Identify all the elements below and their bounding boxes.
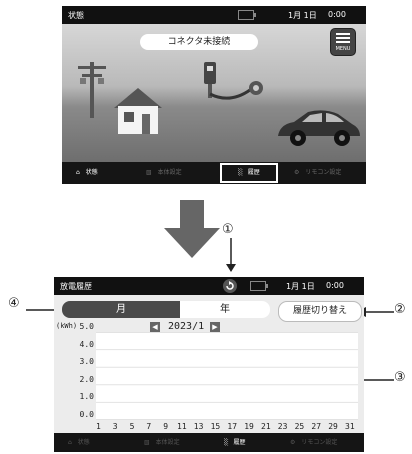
current-period: 2023/1 [168, 321, 205, 332]
y-tick-label: 1.0 [79, 392, 94, 402]
home-icon: ⌂ [68, 439, 72, 446]
x-tick-label: 27 [311, 422, 322, 431]
x-tick-label: 31 [345, 422, 355, 431]
menu-label: MENU [335, 46, 351, 52]
tab-year[interactable]: 年 [180, 301, 270, 318]
x-tick-label: 9 [163, 422, 169, 431]
callout-2: ② [394, 302, 406, 317]
status-bar: 状態 1月 1日 0:00 [62, 6, 366, 24]
y-tick-label: 3.0 [79, 357, 94, 367]
status-date: 1月 1日 [286, 282, 315, 291]
x-tick-label: 23 [277, 422, 288, 431]
tab-status-label: 状態 [77, 439, 90, 446]
settings-icon: ▧ [146, 169, 152, 176]
next-arrow-icon[interactable]: ▶ [210, 322, 220, 332]
callout-4: ④ [8, 296, 20, 311]
tab-remote-settings-label: リモコン設定 [301, 439, 338, 446]
x-tick-label: 25 [294, 422, 305, 431]
x-tick-label: 11 [177, 422, 187, 431]
status-bar: 放電履歴 1月 1日 0:00 [54, 277, 364, 295]
x-tick-label: 19 [244, 422, 254, 431]
status-time: 0:00 [328, 10, 346, 19]
bottom-tab-bar: ⌂ 状態 ▧ 本体設定 ░ 履歴 ⚙ リモコン設定 [62, 162, 366, 184]
status-time: 0:00 [326, 281, 344, 290]
chart-grid [96, 332, 358, 420]
tab-unit-settings-label: 本体設定 [155, 439, 180, 446]
tab-status[interactable]: ⌂ 状態 [76, 162, 98, 184]
tab-history[interactable]: ░ 履歴 [220, 163, 278, 183]
discharge-history-screen: 放電履歴 1月 1日 0:00 月 年 履歴切り替え (kWh) ◀ 2023/… [54, 277, 364, 452]
home-icon: ⌂ [76, 169, 80, 176]
car-icon [278, 110, 360, 146]
status-date: 1月 1日 [288, 11, 317, 20]
menu-button[interactable]: MENU [330, 28, 356, 56]
connection-scene: コネクタ未接続 MENU [62, 24, 366, 162]
tab-unit-settings[interactable]: ▧ 本体設定 [146, 162, 182, 184]
y-tick-label: 5.0 [79, 322, 94, 331]
prev-arrow-icon[interactable]: ◀ [150, 322, 160, 332]
battery-icon [250, 281, 268, 291]
callout-1-arrow [226, 238, 236, 272]
tab-status-label: 状態 [85, 169, 98, 176]
battery-icon [238, 10, 256, 20]
tab-remote-settings[interactable]: ⚙ リモコン設定 [290, 433, 337, 452]
status-title: 放電履歴 [60, 282, 92, 291]
tab-history[interactable]: ░ 履歴 [224, 433, 246, 452]
history-icon: ░ [224, 439, 229, 446]
history-switch-button[interactable]: 履歴切り替え [278, 301, 362, 322]
gear-icon: ⚙ [290, 439, 296, 446]
tab-history-label: 履歴 [247, 169, 260, 176]
callout-1: ① [222, 222, 234, 237]
charger-icon [204, 62, 263, 100]
x-tick-label: 15 [210, 422, 221, 431]
connector-status: コネクタ未接続 [140, 34, 258, 50]
y-tick-label: 2.0 [79, 374, 94, 384]
x-tick-label: 7 [146, 422, 152, 431]
settings-icon: ▧ [144, 439, 150, 446]
refresh-icon[interactable] [222, 278, 238, 294]
x-tick-label: 21 [261, 422, 271, 431]
tab-unit-settings[interactable]: ▧ 本体設定 [144, 433, 180, 452]
y-tick-label: 0.0 [79, 410, 94, 419]
power-pole-icon [78, 62, 106, 118]
x-tick-label: 13 [193, 422, 204, 431]
house-icon [114, 88, 162, 134]
callout-3: ③ [394, 370, 406, 385]
status-title: 状態 [68, 11, 84, 20]
status-screen: 状態 1月 1日 0:00 コネクタ未接続 MENU ⌂ 状態 ▧ 本体設定 ░… [62, 6, 366, 184]
gear-icon: ⚙ [294, 169, 300, 176]
bottom-tab-bar: ⌂ 状態 ▧ 本体設定 ░ 履歴 ⚙ リモコン設定 [54, 433, 364, 452]
tab-unit-settings-label: 本体設定 [157, 169, 182, 176]
chart-plot-area [96, 332, 358, 420]
tab-remote-settings-label: リモコン設定 [305, 169, 342, 176]
down-arrow-icon [164, 200, 220, 258]
tab-status[interactable]: ⌂ 状態 [68, 433, 90, 452]
history-icon: ░ [238, 169, 243, 176]
tab-remote-settings[interactable]: ⚙ リモコン設定 [294, 162, 341, 184]
x-tick-label: 1 [96, 422, 101, 431]
tab-month[interactable]: 月 [62, 301, 180, 318]
x-tick-label: 5 [129, 422, 135, 431]
x-tick-label: 3 [112, 422, 118, 431]
y-tick-label: 4.0 [79, 339, 94, 349]
tab-history-label: 履歴 [233, 439, 246, 446]
x-tick-label: 17 [227, 422, 238, 431]
x-tick-label: 29 [328, 422, 338, 431]
